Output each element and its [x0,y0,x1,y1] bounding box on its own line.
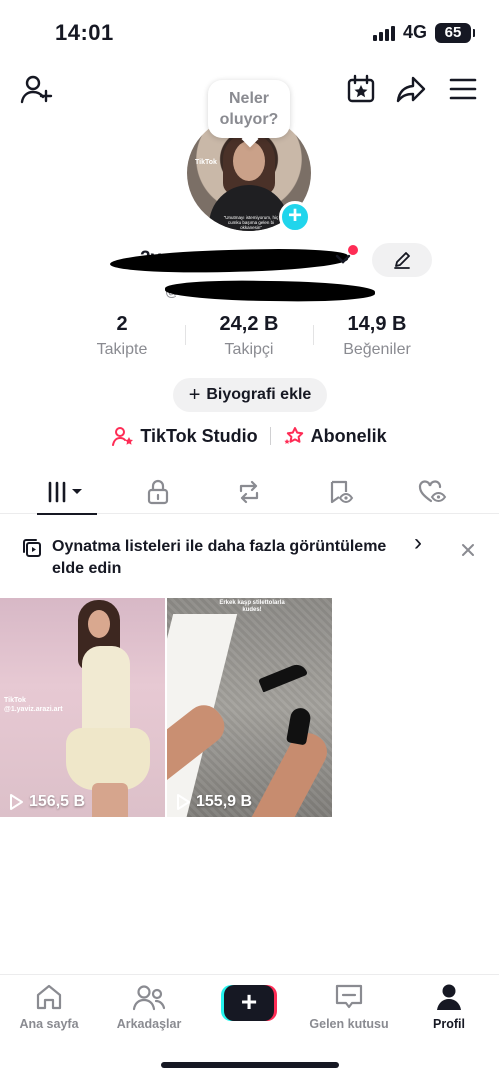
grid-bars-icon [48,481,82,503]
nav-label: Gelen kutusu [309,1017,389,1031]
nav-home[interactable]: Ana sayfa [4,983,94,1031]
playlist-icon [23,539,41,557]
banner-text: Oynatma listeleri ile daha fazla görüntü… [52,538,387,577]
network-label: 4G [402,22,427,42]
edit-profile-button[interactable] [372,243,432,277]
stat-value: 24,2 B [219,313,279,335]
add-story-button[interactable]: + [279,201,311,233]
add-friend-icon[interactable] [18,72,54,106]
create-plus-icon: + [224,985,274,1021]
chevron-down-icon[interactable] [335,252,351,270]
tab-saved[interactable] [306,470,376,514]
stat-value: 2 [116,313,128,335]
stars-icon [284,427,303,444]
nav-profile[interactable]: Profil [404,983,494,1031]
view-count-text: 155,9 B [196,793,253,810]
add-bio-button[interactable]: + Biyografi ekle [173,378,327,412]
profile-links: TikTok Studio Abonelik [0,423,499,449]
tab-liked[interactable] [398,470,468,514]
subscription-link[interactable]: Abonelik [283,426,387,447]
tab-reposts[interactable] [214,470,284,514]
view-count: 156,5 B [8,793,85,811]
nav-label: Arkadaşlar [116,1017,182,1031]
stat-following[interactable]: 2 Takipte [57,313,187,359]
profile-stats: 2 Takipte 24,2 B Takipçi 14,9 B Beğenile… [0,313,499,365]
view-count-text: 156,5 B [29,793,86,810]
profile-tabs [0,470,499,515]
view-count: 155,9 B [175,793,252,811]
subscription-label: Abonelik [310,425,387,446]
user-star-icon [112,427,134,446]
status-bar: 14:01 4G 65 [0,0,499,64]
video-caption: Erkek kaşp stilettolarla kudes! [219,600,285,613]
playlist-promo-banner[interactable]: Oynatma listeleri ile daha fazla görüntü… [0,530,499,590]
tiktok-studio-link[interactable]: TikTok Studio [112,425,258,447]
nav-label: Ana sayfa [19,1017,79,1031]
avatar-caption: "Unutmayı istemiyorum, hiç cumku başıma … [223,215,279,230]
username-row[interactable]: 2ya [109,244,370,278]
profile-icon [437,984,461,1010]
repost-icon [239,480,259,504]
close-icon[interactable] [458,540,478,560]
notification-dot [348,245,358,255]
tiktok-studio-label: TikTok Studio [140,425,258,446]
lock-icon [147,479,169,505]
status-prompt-bubble[interactable]: Neler oluyor? [208,80,290,138]
nav-friends[interactable]: Arkadaşlar [104,983,194,1031]
inbox-icon [335,984,363,1009]
nav-label: Profil [433,1017,465,1031]
stat-followers[interactable]: 24,2 B Takipçi [184,313,314,359]
plus-icon: + [188,383,201,406]
tab-videos[interactable] [31,470,101,515]
stat-likes[interactable]: 14,9 B Beğeniler [312,313,442,359]
add-bio-label: Biyografi ekle [206,386,312,403]
battery-icon: 65 [435,22,475,43]
video-thumbnail[interactable]: Erkek kaşp stilettolarla kudes! 155,9 B [167,598,332,817]
redaction-mark [164,279,376,303]
friends-icon [132,985,166,1011]
stat-label: Takipte [96,341,148,358]
nav-inbox[interactable]: Gelen kutusu [304,983,394,1031]
signal-icon [372,25,395,41]
pencil-icon [394,252,410,269]
stat-value: 14,9 B [347,313,407,335]
avatar-watermark: TikTok [195,159,217,166]
heart-eye-icon [418,480,447,503]
home-icon [36,984,62,1010]
play-icon [177,794,190,810]
share-icon[interactable] [394,72,428,106]
status-time: 14:01 [55,20,114,45]
menu-icon[interactable] [446,72,480,106]
video-watermark: TikTok @1.yaviz.arazi.art [4,697,63,713]
stat-label: Beğeniler [343,341,411,358]
create-button[interactable]: + [221,985,277,1021]
home-indicator [161,1062,339,1068]
bookmark-eye-icon [330,480,354,504]
calendar-star-icon[interactable] [344,72,378,106]
chevron-right-icon: › [414,529,422,556]
play-icon [10,794,23,810]
stat-label: Takipçi [224,341,274,358]
video-thumbnail[interactable]: TikTok @1.yaviz.arazi.art 156,5 B [0,598,165,817]
tab-private[interactable] [123,470,193,514]
